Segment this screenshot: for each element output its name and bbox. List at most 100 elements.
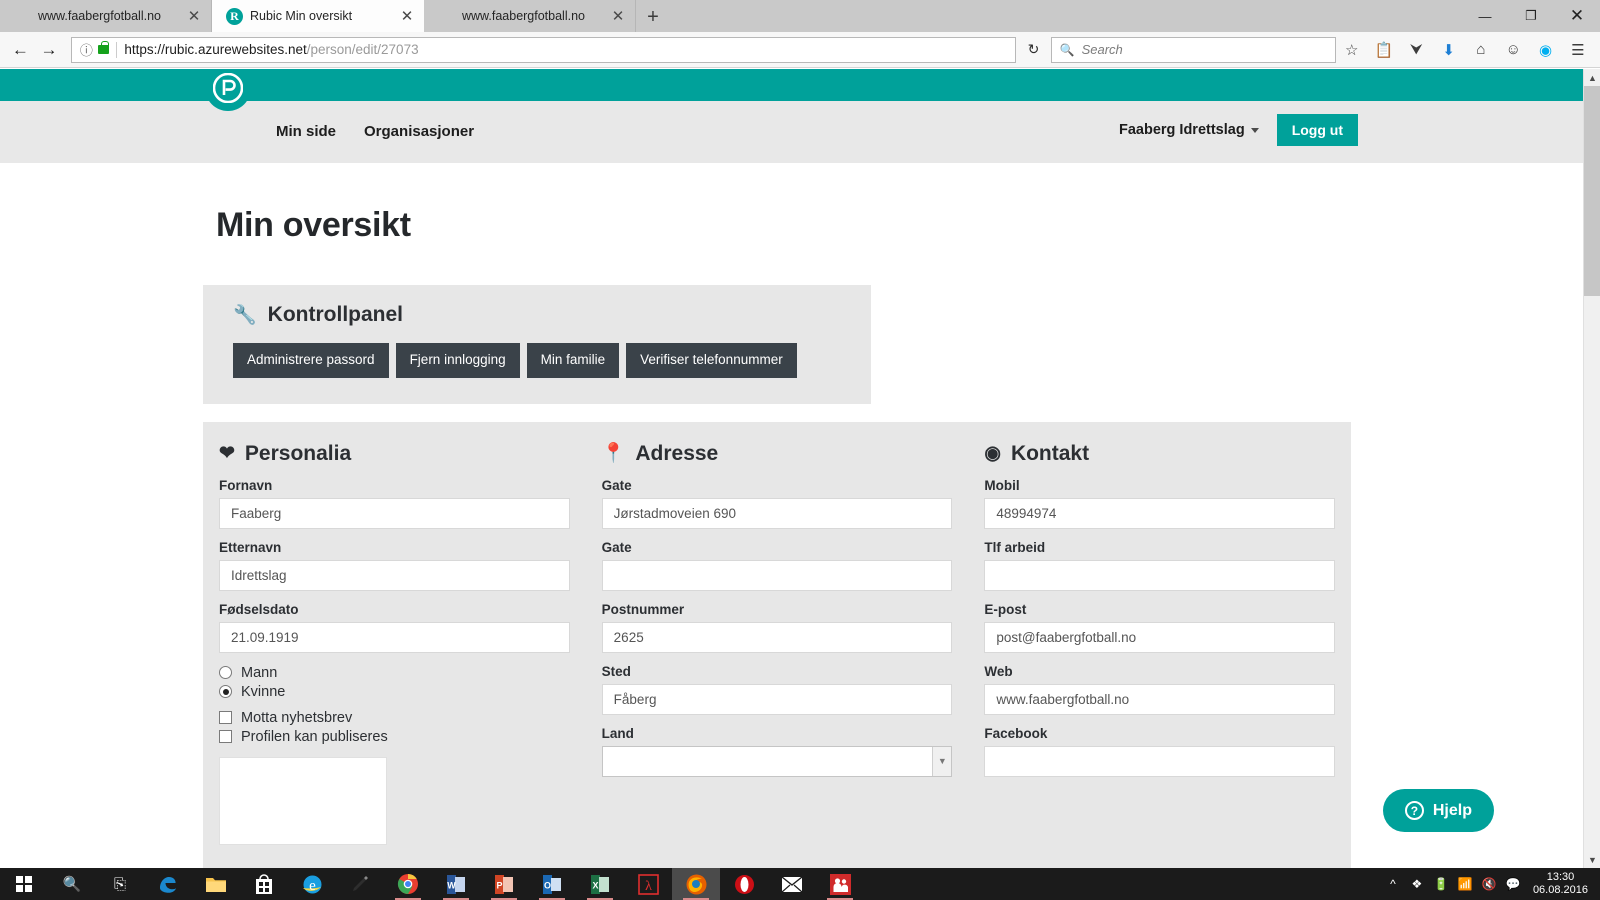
address-bar[interactable]: ⓘ https://rubic.azurewebsites.net/person… (71, 36, 1017, 63)
field-tlf-arbeid: Tlf arbeid (984, 540, 1336, 591)
nav-link-organisasjoner[interactable]: Organisasjoner (364, 123, 474, 140)
taskbar-clock[interactable]: 13:30 06.08.2016 (1525, 871, 1600, 897)
adresse-column: 📍 Adresse Gate Gate Postnummer (586, 442, 969, 845)
mail-icon[interactable] (768, 868, 816, 900)
input-fodselsdato[interactable] (219, 621, 570, 653)
label-sted: Sted (601, 663, 631, 679)
windows-start-icon[interactable] (0, 868, 48, 900)
input-sted[interactable] (601, 683, 953, 715)
fjern-innlogging-button[interactable]: Fjern innlogging (395, 343, 520, 378)
people-icon[interactable] (816, 868, 864, 900)
store-icon[interactable] (240, 868, 288, 900)
search-input[interactable]: 🔍 Search (1050, 36, 1336, 63)
min-familie-button[interactable]: Min familie (526, 343, 620, 378)
opera-icon[interactable] (720, 868, 768, 900)
input-web[interactable] (984, 683, 1336, 715)
firefox-icon[interactable] (672, 868, 720, 900)
browser-window: www.faabergfotball.no ✕ R Rubic Min over… (0, 0, 1600, 868)
library-icon[interactable]: 📋 (1368, 35, 1400, 65)
close-icon[interactable]: ✕ (396, 9, 418, 24)
browser-tab[interactable]: www.faabergfotball.no ✕ (0, 0, 212, 32)
acrobat-icon[interactable]: λ (624, 868, 672, 900)
back-icon[interactable]: ← (8, 37, 33, 63)
verifiser-telefonnummer-button[interactable]: Verifiser telefonnummer (626, 343, 797, 378)
scrollbar-thumb[interactable] (1584, 86, 1600, 296)
word-icon[interactable]: W (432, 868, 480, 900)
scroll-down-icon[interactable]: ▼ (1584, 851, 1600, 868)
new-tab-button[interactable]: + (636, 2, 670, 32)
input-etternavn[interactable] (219, 559, 570, 591)
downloads-icon[interactable]: ⬇ (1433, 35, 1465, 65)
star-icon[interactable]: ☆ (1336, 35, 1368, 65)
search-icon[interactable]: 🔍 (48, 868, 96, 900)
maximize-icon[interactable]: ❐ (1508, 0, 1554, 32)
profile-photo-box[interactable] (219, 756, 387, 845)
org-dropdown[interactable]: Faaberg Idrettslag (1119, 122, 1259, 138)
tab-title: Rubic Min oversikt (250, 9, 353, 23)
scroll-up-icon[interactable]: ▲ (1584, 69, 1600, 86)
label-postnummer: Postnummer (601, 601, 685, 617)
file-explorer-icon[interactable] (192, 868, 240, 900)
pocket-icon[interactable]: ⮟ (1400, 35, 1432, 65)
edge-icon[interactable] (144, 868, 192, 900)
home-icon[interactable]: ⌂ (1465, 35, 1497, 65)
rubic-logo-icon[interactable] (205, 69, 251, 111)
control-panel: 🔧 Kontrollpanel Administrere passord Fje… (203, 285, 871, 404)
minimize-icon[interactable]: — (1462, 0, 1508, 32)
input-epost[interactable] (984, 621, 1336, 653)
checkbox-motta-nyhetsbrev-label: Motta nyhetsbrev (241, 709, 353, 726)
nav-link-min-side[interactable]: Min side (276, 123, 336, 140)
internet-explorer-icon[interactable]: e (288, 868, 336, 900)
outlook-icon[interactable]: O (528, 868, 576, 900)
chevron-up-icon[interactable]: ^ (1381, 868, 1405, 900)
svg-text:W: W (447, 880, 456, 890)
checkbox-profilen-kan-publiseres[interactable]: Profilen kan publiseres (219, 729, 570, 745)
web-page: Min side Organisasjoner Faaberg Idrettsl… (0, 69, 1583, 868)
input-facebook[interactable] (984, 745, 1336, 777)
checkbox-icon (219, 730, 232, 744)
control-panel-buttons: Administrere passord Fjern innlogging Mi… (233, 343, 841, 378)
control-panel-title: Kontrollpanel (267, 303, 404, 326)
checkbox-motta-nyhetsbrev[interactable]: Motta nyhetsbrev (219, 710, 570, 726)
volume-mute-icon[interactable]: 🔇 (1477, 868, 1501, 900)
close-window-icon[interactable]: ✕ (1554, 0, 1600, 32)
url-origin: https://rubic.azurewebsites.net (124, 42, 307, 57)
select-land[interactable] (601, 745, 953, 777)
radio-mann[interactable]: Mann (219, 665, 570, 681)
input-gate-1[interactable] (601, 497, 953, 529)
radio-kvinne-label: Kvinne (241, 683, 286, 700)
browser-tab[interactable]: www.faabergfotball.no ✕ (424, 0, 636, 32)
battery-icon[interactable]: 🔋 (1429, 868, 1453, 900)
wifi-icon[interactable]: 📶 (1453, 868, 1477, 900)
snip-tool-icon[interactable] (336, 868, 384, 900)
input-postnummer[interactable] (601, 621, 953, 653)
chevron-down-icon[interactable]: ▼ (932, 746, 952, 776)
action-center-icon[interactable]: 💬 (1501, 868, 1525, 900)
site-info-icon[interactable]: ⓘ (76, 40, 96, 59)
skype-icon[interactable]: ◉ (1529, 35, 1561, 65)
menu-icon[interactable]: ☰ (1562, 35, 1594, 65)
close-icon[interactable]: ✕ (607, 9, 629, 24)
page-scrollbar[interactable]: ▲ ▼ (1583, 69, 1600, 868)
forward-icon[interactable]: → (37, 37, 62, 63)
input-gate-2[interactable] (601, 559, 953, 591)
administrere-passord-button[interactable]: Administrere passord (233, 343, 389, 378)
help-button[interactable]: ? Hjelp (1382, 789, 1494, 832)
field-sted: Sted (601, 663, 953, 715)
chrome-icon[interactable] (384, 868, 432, 900)
question-circle-icon: ? (1404, 801, 1424, 820)
reload-icon[interactable]: ↻ (1016, 41, 1050, 58)
dropbox-icon[interactable]: ❖ (1405, 868, 1429, 900)
task-view-icon[interactable]: ⎘ (96, 868, 144, 900)
smiley-icon[interactable]: ☺ (1497, 35, 1529, 65)
label-land: Land (601, 725, 634, 741)
input-fornavn[interactable] (219, 497, 570, 529)
powerpoint-icon[interactable]: P (480, 868, 528, 900)
close-icon[interactable]: ✕ (183, 9, 205, 24)
logout-button[interactable]: Logg ut (1276, 114, 1358, 146)
input-mobil[interactable] (984, 497, 1336, 529)
browser-tab-active[interactable]: R Rubic Min oversikt ✕ (212, 0, 424, 32)
radio-kvinne[interactable]: Kvinne (219, 684, 570, 700)
excel-icon[interactable]: X (576, 868, 624, 900)
input-tlf-arbeid[interactable] (984, 559, 1336, 591)
